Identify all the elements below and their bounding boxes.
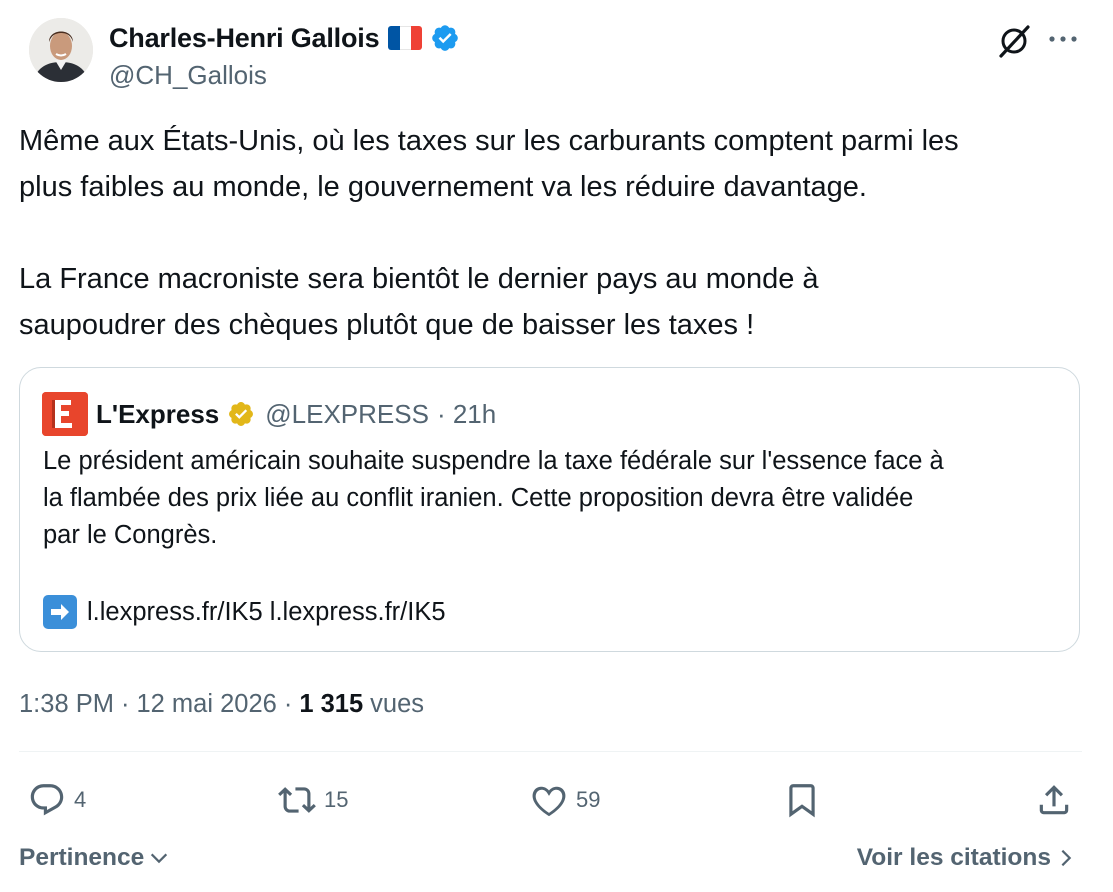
author-handle[interactable]: @CH_Gallois xyxy=(109,60,267,91)
chevron-down-icon xyxy=(151,853,168,864)
right-arrow-emoji-icon xyxy=(43,595,77,629)
bookmark-icon xyxy=(789,784,815,818)
chevron-right-icon xyxy=(1061,849,1072,867)
like-button[interactable]: 59 xyxy=(530,770,600,830)
sort-label: Pertinence xyxy=(19,844,145,871)
share-icon xyxy=(1039,785,1069,815)
repost-icon xyxy=(278,787,316,813)
share-button[interactable] xyxy=(1035,770,1073,830)
heart-icon xyxy=(532,786,566,817)
avatar-portrait-icon xyxy=(29,18,93,82)
view-quotes-link[interactable]: Voir les citations xyxy=(857,838,1077,878)
tweet-time[interactable]: 1:38 PM xyxy=(19,690,114,719)
repost-button[interactable]: 15 xyxy=(278,770,348,830)
bookmark-button[interactable] xyxy=(783,770,821,830)
author-name-row: Charles-Henri Gallois xyxy=(109,19,460,57)
quoted-tweet-header: L'Express @LEXPRESS · 21h xyxy=(96,392,496,436)
reply-count: 4 xyxy=(74,787,87,812)
france-flag-icon xyxy=(388,26,423,50)
quoted-tweet-link: l.lexpress.fr/IK5 l.lexpress.fr/IK5 xyxy=(87,597,446,626)
avatar[interactable] xyxy=(29,18,93,82)
tweet-date[interactable]: 12 mai 2026 xyxy=(136,690,276,719)
more-options-icon[interactable] xyxy=(1045,26,1081,52)
sort-dropdown[interactable]: Pertinence xyxy=(19,838,170,878)
tweet-text: Même aux États-Unis, où les taxes sur le… xyxy=(19,125,959,341)
quoted-author-handle: @LEXPRESS xyxy=(265,398,429,429)
repost-count: 15 xyxy=(324,787,349,812)
views-label: vues xyxy=(370,689,425,718)
reply-button[interactable]: 4 xyxy=(28,770,86,830)
author-name[interactable]: Charles-Henri Gallois xyxy=(109,23,380,54)
divider xyxy=(19,751,1082,752)
views-count: 1 315 xyxy=(299,689,364,718)
quoted-tweet-text: Le président américain souhaite suspendr… xyxy=(43,447,944,549)
quoted-author-name: L'Express xyxy=(96,398,220,429)
quoted-tweet-time: · 21h xyxy=(436,398,497,429)
tweet-timestamp: 1:38 PM · 12 mai 2026 · 1 315 vues xyxy=(19,689,425,719)
reply-icon xyxy=(30,784,64,816)
action-bar: 4 15 59 xyxy=(0,770,1113,830)
like-count: 59 xyxy=(576,787,601,812)
verified-badge-icon[interactable] xyxy=(430,23,460,53)
lexpress-logo-icon xyxy=(42,392,88,436)
quoted-tweet-link-row: l.lexpress.fr/IK5 l.lexpress.fr/IK5 xyxy=(43,593,446,631)
view-quotes-label: Voir les citations xyxy=(856,844,1051,871)
gold-verified-badge-icon xyxy=(229,402,254,426)
grok-icon[interactable] xyxy=(995,22,1033,60)
